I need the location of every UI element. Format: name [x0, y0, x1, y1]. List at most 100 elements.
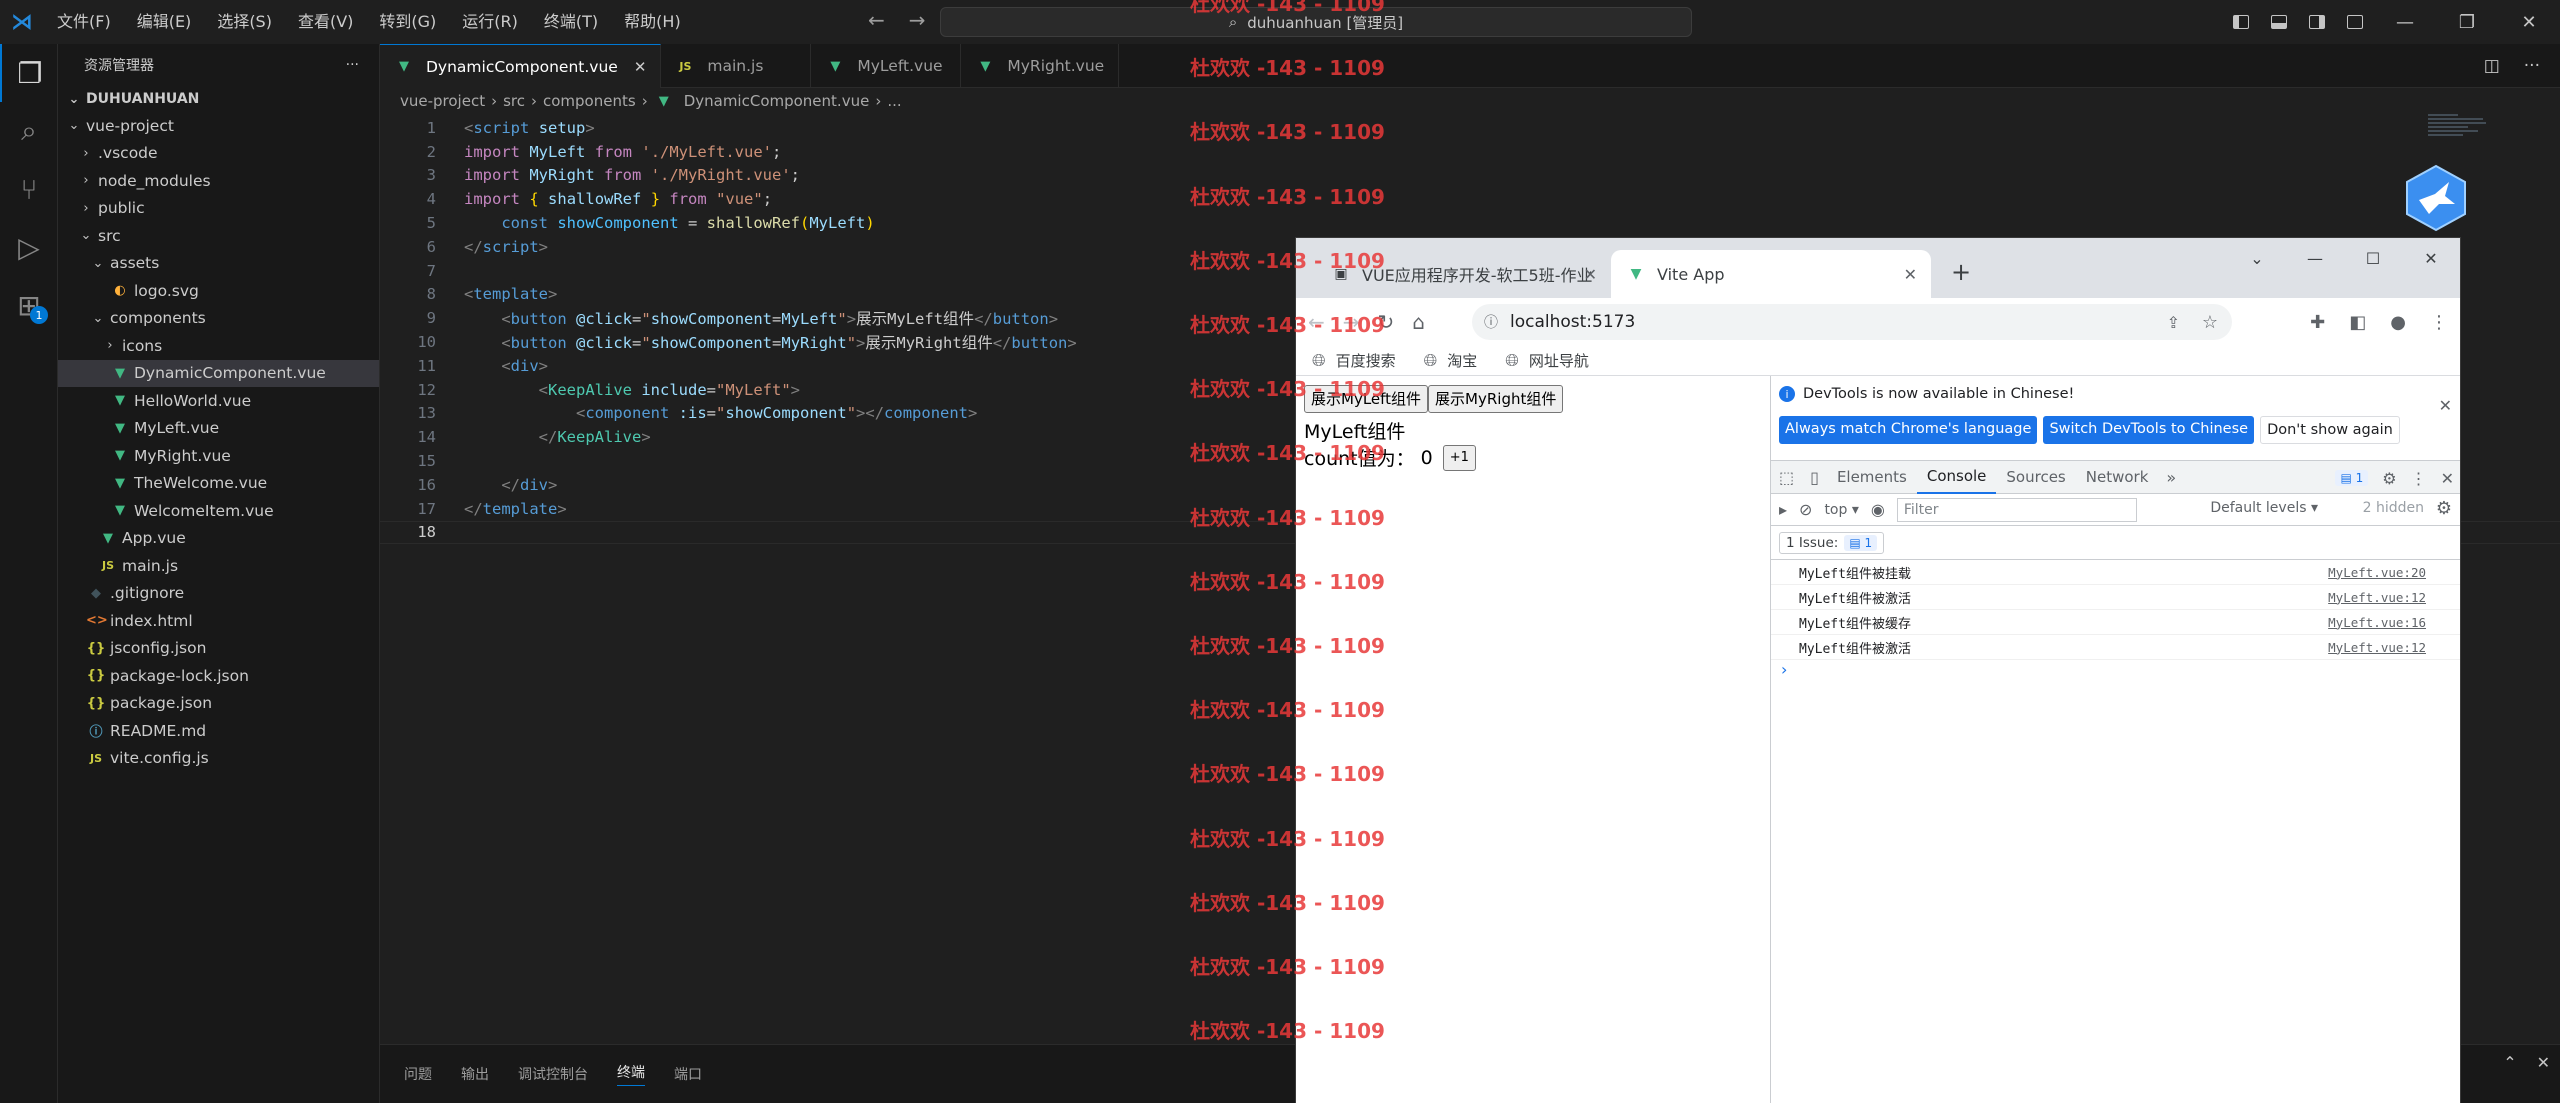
tree-item[interactable]: ⌄ assets	[58, 250, 379, 278]
menu-item[interactable]: 帮助(H)	[611, 0, 694, 44]
tab-console[interactable]: Console	[1916, 460, 1997, 494]
close-devtools-icon[interactable]: ✕	[2441, 469, 2454, 488]
breadcrumb-item[interactable]: DynamicComponent.vue	[684, 92, 870, 110]
console-log-source-link[interactable]: MyLeft.vue:20	[2328, 565, 2426, 580]
editor-tab[interactable]: ▼ DynamicComponent.vue ✕	[380, 44, 662, 88]
breadcrumb-item[interactable]: src	[503, 92, 525, 110]
back-arrow-icon[interactable]: ←	[868, 8, 885, 32]
profile-avatar-icon[interactable]: ●	[2390, 312, 2406, 333]
device-toolbar-icon[interactable]: ▯	[1810, 468, 1819, 487]
menu-item[interactable]: 文件(F)	[44, 0, 124, 44]
extensions-puzzle-icon[interactable]: ✚	[2310, 312, 2325, 333]
assistant-bird-icon[interactable]	[2405, 164, 2467, 232]
tree-item[interactable]: ▼ App.vue	[58, 525, 379, 553]
settings-gear-icon[interactable]: ⚙	[2382, 469, 2396, 488]
switch-to-chinese-button[interactable]: Switch DevTools to Chinese	[2043, 416, 2255, 444]
tree-item[interactable]: <> index.html	[58, 607, 379, 635]
console-settings-icon[interactable]: ⚙	[2436, 498, 2452, 519]
more-tabs-icon[interactable]: »	[2166, 468, 2176, 487]
breadcrumb-item[interactable]: components	[543, 92, 636, 110]
tree-item[interactable]: ◆ .gitignore	[58, 580, 379, 608]
menu-item[interactable]: 终端(T)	[531, 0, 611, 44]
close-tab-icon[interactable]: ✕	[1584, 265, 1597, 284]
minimap[interactable]	[2428, 114, 2498, 144]
more-actions-icon[interactable]: ···	[2524, 56, 2540, 76]
tree-item[interactable]: ▼ TheWelcome.vue	[58, 470, 379, 498]
tree-item[interactable]: JS vite.config.js	[58, 745, 379, 773]
tab-elements[interactable]: Elements	[1827, 460, 1917, 494]
close-tab-icon[interactable]: ✕	[634, 58, 647, 76]
editor-tab[interactable]: ▼ MyRight.vue	[961, 44, 1120, 88]
console-log-source-link[interactable]: MyLeft.vue:12	[2328, 640, 2426, 655]
tree-item[interactable]: ▼ MyRight.vue	[58, 442, 379, 470]
menu-item[interactable]: 运行(R)	[449, 0, 531, 44]
new-tab-icon[interactable]: +	[1951, 258, 1971, 286]
tree-item[interactable]: › icons	[58, 332, 379, 360]
forward-arrow-icon[interactable]: →	[909, 8, 926, 32]
tree-item[interactable]: ▼ HelloWorld.vue	[58, 387, 379, 415]
bookmark-nav[interactable]: 🌐︎ 网址导航	[1505, 350, 1589, 371]
minimize-icon[interactable]: —	[2286, 238, 2344, 278]
tree-item[interactable]: {} package-lock.json	[58, 662, 379, 690]
live-expression-eye-icon[interactable]: ◉	[1871, 500, 1885, 519]
bookmark-star-icon[interactable]: ☆	[2202, 312, 2218, 333]
toggle-primary-sidebar-icon[interactable]	[2222, 0, 2260, 44]
show-myright-button[interactable]: 展示MyRight组件	[1428, 385, 1564, 413]
console-log-source-link[interactable]: MyLeft.vue:12	[2328, 590, 2426, 605]
tree-item[interactable]: {} jsconfig.json	[58, 635, 379, 663]
toggle-secondary-sidebar-icon[interactable]	[2298, 0, 2336, 44]
side-panel-icon[interactable]: ◧	[2349, 312, 2366, 333]
share-icon[interactable]: ⇪	[2167, 313, 2180, 332]
split-editor-icon[interactable]: ◫	[2484, 56, 2500, 76]
menu-item[interactable]: 选择(S)	[204, 0, 285, 44]
search-view-icon[interactable]: ⌕	[0, 102, 58, 160]
close-icon[interactable]: ✕	[2439, 396, 2452, 415]
panel-tab[interactable]: 调试控制台	[518, 1064, 588, 1084]
tree-item[interactable]: › .vscode	[58, 140, 379, 168]
tree-item[interactable]: ⌄ components	[58, 305, 379, 333]
tab-search-icon[interactable]: ⌄	[2228, 238, 2286, 278]
browser-tab-vite[interactable]: ▼ Vite App ✕	[1611, 250, 1931, 298]
tree-item[interactable]: ▼ DynamicComponent.vue	[58, 359, 379, 387]
always-match-language-button[interactable]: Always match Chrome's language	[1779, 416, 2038, 444]
dont-show-again-button[interactable]: Don't show again	[2260, 416, 2400, 444]
context-selector[interactable]: top ▾	[1824, 502, 1858, 518]
maximize-panel-icon[interactable]: ⌃	[2503, 1053, 2516, 1072]
workspace-title[interactable]: ⌄ DUHUANHUAN	[58, 86, 379, 112]
tree-item[interactable]: {} package.json	[58, 690, 379, 718]
close-window-icon[interactable]: ✕	[2402, 238, 2460, 278]
inspect-element-icon[interactable]: ⬚	[1779, 468, 1794, 487]
site-info-icon[interactable]: ⓘ	[1484, 312, 1498, 332]
toggle-panel-icon[interactable]	[2260, 0, 2298, 44]
panel-tab[interactable]: 端口	[674, 1064, 702, 1084]
tree-item[interactable]: ▼ WelcomeItem.vue	[58, 497, 379, 525]
maximize-icon[interactable]: ☐	[2344, 238, 2402, 278]
menu-item[interactable]: 转到(G)	[366, 0, 449, 44]
chrome-menu-icon[interactable]: ⋮	[2430, 312, 2448, 333]
devtools-menu-icon[interactable]: ⋮	[2411, 469, 2427, 488]
tab-sources[interactable]: Sources	[1996, 460, 2075, 494]
tree-item[interactable]: ⓘ README.md	[58, 717, 379, 745]
tree-item[interactable]: JS main.js	[58, 552, 379, 580]
tree-item[interactable]: ⌄ vue-project	[58, 112, 379, 140]
extensions-icon[interactable]: ⊞ 1	[0, 276, 58, 334]
editor-tab[interactable]: ▼ MyLeft.vue	[811, 44, 962, 88]
console-prompt[interactable]: ›	[1771, 660, 2460, 682]
tree-item[interactable]: ◐ logo.svg	[58, 277, 379, 305]
source-control-icon[interactable]: ⑂	[0, 160, 58, 218]
panel-tab[interactable]: 输出	[461, 1064, 489, 1084]
clear-console-icon[interactable]: ⊘	[1799, 500, 1812, 519]
home-icon[interactable]: ⌂	[1412, 310, 1425, 334]
editor-tab[interactable]: JS main.js	[661, 44, 812, 88]
address-bar[interactable]: ⓘ localhost:5173 ⇪ ☆	[1472, 304, 2232, 340]
tree-item[interactable]: ▼ MyLeft.vue	[58, 415, 379, 443]
close-panel-icon[interactable]: ✕	[2537, 1053, 2550, 1072]
issues-badge[interactable]: ▤ 1	[2335, 470, 2369, 486]
tree-item[interactable]: › public	[58, 195, 379, 223]
customize-layout-icon[interactable]	[2336, 0, 2374, 44]
more-actions-icon[interactable]: ···	[346, 57, 359, 73]
console-filter-input[interactable]: Filter	[1896, 497, 2137, 522]
run-debug-icon[interactable]: ▷	[0, 218, 58, 276]
menu-item[interactable]: 编辑(E)	[124, 0, 205, 44]
explorer-icon[interactable]: ❐	[0, 44, 58, 102]
